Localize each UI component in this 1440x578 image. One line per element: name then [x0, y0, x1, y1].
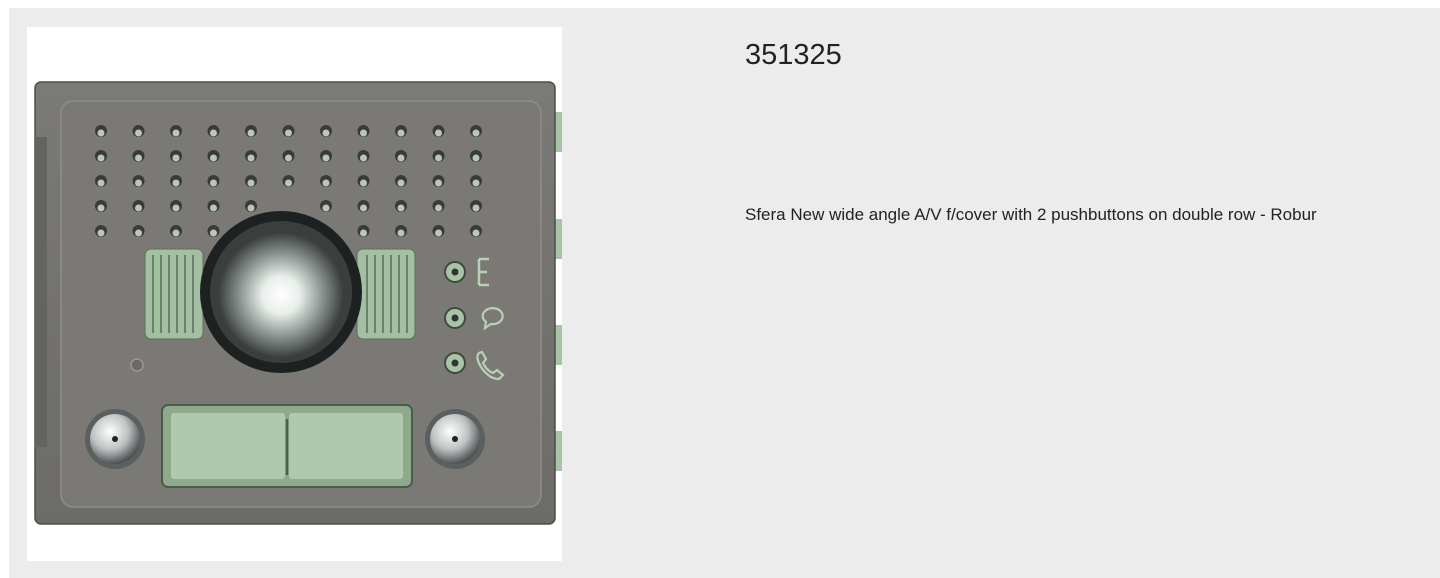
grille-hole-highlight — [285, 129, 292, 137]
grille-hole-highlight — [172, 179, 180, 187]
camera-lens-icon — [219, 233, 343, 357]
grille-hole-highlight — [210, 179, 217, 187]
product-image — [27, 27, 562, 561]
grille-hole-highlight — [322, 179, 330, 187]
grille-hole-highlight — [172, 229, 180, 237]
grille-hole-highlight — [397, 154, 405, 162]
grille-hole-highlight — [322, 154, 330, 162]
grille-hole-highlight — [435, 204, 442, 212]
grille-hole-highlight — [97, 154, 105, 162]
grille-hole-highlight — [247, 179, 255, 187]
grille-hole-highlight — [322, 204, 330, 212]
grille-hole-highlight — [285, 179, 292, 187]
grille-hole-highlight — [397, 129, 405, 137]
grille-hole-highlight — [360, 129, 367, 137]
pushbutton-1[interactable] — [171, 413, 285, 479]
grille-hole-highlight — [360, 204, 367, 212]
microphone-icon — [130, 358, 144, 372]
grille-hole-highlight — [472, 129, 480, 137]
grille-hole-highlight — [172, 154, 180, 162]
pushbutton-2[interactable] — [289, 413, 403, 479]
product-card: 351325 Sfera New wide angle A/V f/cover … — [9, 8, 1440, 578]
grille-hole-highlight — [397, 179, 405, 187]
grille-hole-highlight — [435, 154, 442, 162]
grille-hole-highlight — [397, 204, 405, 212]
grille-hole-highlight — [472, 204, 480, 212]
grille-hole-highlight — [247, 129, 255, 137]
grille-hole-highlight — [397, 229, 405, 237]
grille-hole-highlight — [97, 229, 105, 237]
grille-hole-highlight — [435, 129, 442, 137]
grille-hole-highlight — [360, 229, 367, 237]
grille-hole-highlight — [360, 179, 367, 187]
grille-hole-highlight — [135, 204, 142, 212]
panel-side-edge — [35, 137, 47, 447]
grille-hole-highlight — [472, 229, 480, 237]
grille-hole-highlight — [135, 179, 142, 187]
grille-hole-highlight — [135, 229, 142, 237]
grille-hole-highlight — [135, 129, 142, 137]
intercom-panel-illustration — [34, 81, 562, 525]
grille-hole-highlight — [210, 154, 217, 162]
product-description: Sfera New wide angle A/V f/cover with 2 … — [745, 205, 1317, 224]
grille-hole-highlight — [285, 154, 292, 162]
grille-hole-highlight — [360, 154, 367, 162]
grille-hole-highlight — [322, 129, 330, 137]
grille-hole-highlight — [472, 179, 480, 187]
grille-hole-highlight — [210, 229, 217, 237]
grille-hole-highlight — [172, 204, 180, 212]
grille-hole-highlight — [97, 129, 105, 137]
grille-hole-highlight — [435, 179, 442, 187]
grille-hole-highlight — [435, 229, 442, 237]
grille-hole-highlight — [135, 154, 142, 162]
grille-hole-highlight — [247, 154, 255, 162]
grille-hole-highlight — [210, 204, 217, 212]
grille-hole-highlight — [210, 129, 217, 137]
grille-hole-highlight — [472, 154, 480, 162]
grille-hole-highlight — [172, 129, 180, 137]
product-code: 351325 — [745, 39, 842, 71]
grille-hole-highlight — [97, 204, 105, 212]
grille-hole-highlight — [247, 204, 255, 212]
grille-hole-highlight — [97, 179, 105, 187]
